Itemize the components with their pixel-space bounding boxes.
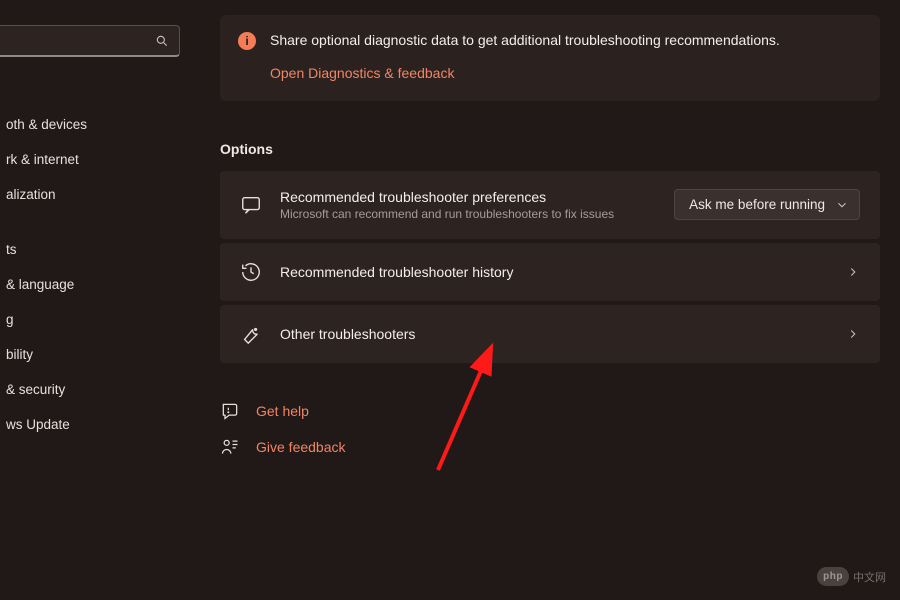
give-feedback-row: Give feedback: [220, 429, 880, 465]
feedback-icon: [220, 437, 240, 457]
chat-icon: [240, 194, 262, 216]
prefs-subtitle: Microsoft can recommend and run troubles…: [280, 207, 656, 221]
get-help-row: Get help: [220, 393, 880, 429]
open-diagnostics-link[interactable]: Open Diagnostics & feedback: [270, 65, 454, 81]
card-body: Recommended troubleshooter history: [280, 264, 828, 280]
watermark: php 中文网: [817, 567, 886, 586]
nav-item-accessibility[interactable]: bility: [0, 337, 180, 372]
troubleshooter-preferences-card: Recommended troubleshooter preferences M…: [220, 171, 880, 239]
search-input[interactable]: [0, 33, 155, 48]
info-icon: i: [238, 32, 256, 50]
card-body: Recommended troubleshooter preferences M…: [280, 189, 656, 221]
chevron-right-icon: [846, 327, 860, 341]
diagnostics-banner: i Share optional diagnostic data to get …: [220, 15, 880, 101]
history-title: Recommended troubleshooter history: [280, 264, 828, 280]
nav-item-network[interactable]: rk & internet: [0, 142, 180, 177]
banner-text: Share optional diagnostic data to get ad…: [270, 31, 780, 51]
other-troubleshooters-card[interactable]: Other troubleshooters: [220, 305, 880, 363]
prefs-dropdown[interactable]: Ask me before running: [674, 189, 860, 220]
watermark-text: 中文网: [853, 569, 886, 585]
troubleshooter-history-card[interactable]: Recommended troubleshooter history: [220, 243, 880, 301]
prefs-title: Recommended troubleshooter preferences: [280, 189, 656, 205]
nav-item-bluetooth[interactable]: oth & devices: [0, 107, 180, 142]
help-icon: [220, 401, 240, 421]
nav-item-personalization[interactable]: alization: [0, 177, 180, 212]
wrench-icon: [240, 323, 262, 345]
footer-links: Get help Give feedback: [220, 393, 880, 465]
search-icon: [155, 34, 169, 48]
give-feedback-link[interactable]: Give feedback: [256, 439, 346, 455]
nav-item-accounts[interactable]: ts: [0, 232, 180, 267]
banner-body: Share optional diagnostic data to get ad…: [270, 31, 780, 83]
sidebar: oth & devices rk & internet alization ts…: [0, 0, 180, 600]
nav-item-gaming[interactable]: g: [0, 302, 180, 337]
options-section-title: Options: [220, 141, 880, 157]
nav-item-windows-update[interactable]: ws Update: [0, 407, 180, 442]
nav-item-time-language[interactable]: & language: [0, 267, 180, 302]
card-body: Other troubleshooters: [280, 326, 828, 342]
other-title: Other troubleshooters: [280, 326, 828, 342]
history-icon: [240, 261, 262, 283]
nav-item-privacy-security[interactable]: & security: [0, 372, 180, 407]
main-content: i Share optional diagnostic data to get …: [180, 0, 900, 600]
nav-list: oth & devices rk & internet alization ts…: [0, 77, 180, 442]
nav-item-apps[interactable]: [0, 212, 180, 232]
watermark-badge: php: [817, 567, 849, 586]
get-help-link[interactable]: Get help: [256, 403, 309, 419]
dropdown-label: Ask me before running: [689, 197, 825, 212]
search-box[interactable]: [0, 25, 180, 57]
chevron-right-icon: [846, 265, 860, 279]
chevron-down-icon: [835, 198, 849, 212]
